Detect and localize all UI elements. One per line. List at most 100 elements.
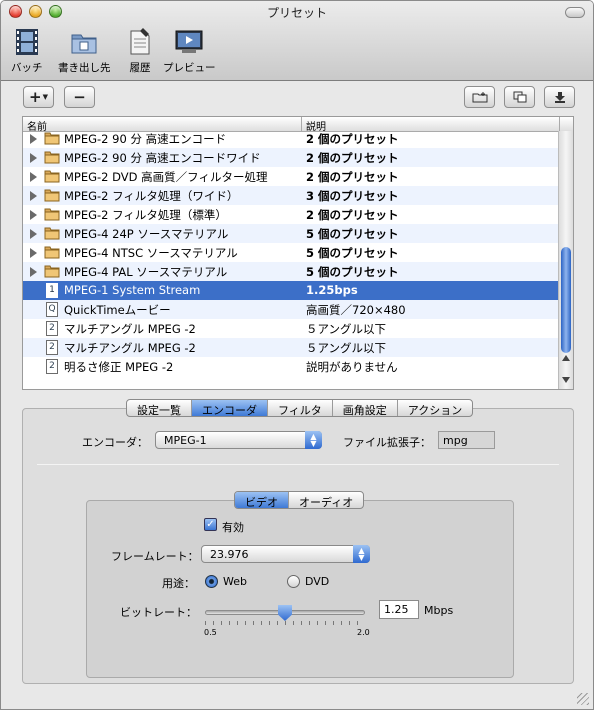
bitrate-max-label: 2.0 xyxy=(357,628,370,637)
row-name: MPEG-4 NTSC ソースマテリアル xyxy=(64,246,238,260)
row-name: MPEG-2 フィルタ処理（標準） xyxy=(64,208,227,222)
tab-geometry[interactable]: 画角設定 xyxy=(333,400,398,416)
row-description: 説明がありません xyxy=(306,360,398,374)
tab-filters[interactable]: フィルタ xyxy=(268,400,333,416)
settings-tabs: 設定一覧 エンコーダ フィルタ 画角設定 アクション xyxy=(126,399,474,417)
list-row[interactable]: Q QuickTimeムービー 高画質／720×480 xyxy=(23,300,558,319)
minus-icon: − xyxy=(73,88,86,106)
tab-encoder[interactable]: エンコーダ xyxy=(192,400,268,416)
plus-icon: + xyxy=(29,88,42,106)
encoder-panel: エンコーダ： MPEG-1 ▲ ▼ ファイル拡張子： mpg ビデオ オーディオ … xyxy=(22,408,574,684)
disclosure-triangle-icon[interactable] xyxy=(30,248,37,258)
frame-rate-popup[interactable]: 23.976 ▲ ▼ xyxy=(201,545,370,563)
toolbar-batch-button[interactable]: バッチ xyxy=(11,27,43,75)
scroll-down-arrow-icon[interactable] xyxy=(562,377,570,383)
toolbar-history-label: 履歴 xyxy=(129,62,151,74)
file-extension-label: ファイル拡張子： xyxy=(343,436,431,449)
row-description: 高画質／720×480 xyxy=(306,303,406,317)
bitrate-slider-ticks xyxy=(205,621,365,625)
folder-icon xyxy=(44,246,60,259)
list-rows: MPEG-2 90 分 高速エンコード 2 個のプリセット MPEG-2 90 分 … xyxy=(23,129,558,386)
row-name: MPEG-2 90 分 高速エンコードワイド xyxy=(64,151,261,165)
disclosure-triangle-icon[interactable] xyxy=(30,229,37,239)
bitrate-input[interactable]: 1.25 xyxy=(379,600,419,619)
folder-icon xyxy=(44,189,60,202)
usage-web-radio[interactable] xyxy=(205,575,218,588)
filmstrip-icon xyxy=(15,29,38,55)
preset-document-icon: 2 xyxy=(46,359,58,374)
toolbar-history-button[interactable]: 履歴 xyxy=(125,27,155,75)
disclosure-triangle-icon[interactable] xyxy=(30,134,37,144)
row-name: マルチアングル MPEG -2 xyxy=(64,322,196,336)
preset-document-icon: 2 xyxy=(46,340,58,355)
list-row[interactable]: MPEG-2 フィルタ処理（ワイド） 3 個のプリセット xyxy=(23,186,558,205)
toolbar-toggle-button[interactable] xyxy=(565,7,585,18)
row-description: ５アングル以下 xyxy=(306,322,387,336)
encoder-popup[interactable]: MPEG-1 ▲ ▼ xyxy=(155,431,322,449)
enabled-checkbox[interactable]: ✓ xyxy=(204,518,217,531)
frame-rate-value: 23.976 xyxy=(210,548,249,561)
row-name: MPEG-2 90 分 高速エンコード xyxy=(64,132,227,146)
row-name: MPEG-2 フィルタ処理（ワイド） xyxy=(64,189,239,203)
disclosure-triangle-icon[interactable] xyxy=(30,172,37,182)
list-row[interactable]: 2 マルチアングル MPEG -2 ５アングル以下 xyxy=(23,319,558,338)
toolbar-destinations-label: 書き出し先 xyxy=(58,62,111,74)
add-folder-button[interactable] xyxy=(464,86,495,108)
list-row[interactable]: 1 MPEG-1 System Stream 1.25bps xyxy=(23,281,558,300)
preset-list: 名前 説明 MPEG-2 90 分 高速エンコード 2 個のプリセット MPEG-2… xyxy=(22,116,574,390)
scroll-up-arrow-icon[interactable] xyxy=(562,355,570,361)
preset-document-icon: 2 xyxy=(46,321,58,336)
tab-summary[interactable]: 設定一覧 xyxy=(127,400,192,416)
list-row[interactable]: 2 明るさ修正 MPEG -2 説明がありません xyxy=(23,357,558,376)
list-row[interactable]: MPEG-4 NTSC ソースマテリアル 5 個のプリセット xyxy=(23,243,558,262)
add-preset-button[interactable]: + ▼ xyxy=(23,86,54,108)
bitrate-min-label: 0.5 xyxy=(204,628,217,637)
popup-arrows-icon: ▲ ▼ xyxy=(353,545,370,563)
file-extension-value: mpg xyxy=(443,434,468,447)
list-row[interactable]: MPEG-2 DVD 高画質／フィルター処理 2 個のプリセット xyxy=(23,167,558,186)
list-row[interactable]: MPEG-4 PAL ソースマテリアル 5 個のプリセット xyxy=(23,262,558,281)
duplicate-preset-button[interactable] xyxy=(504,86,535,108)
usage-dvd-label: DVD xyxy=(305,575,330,588)
list-scrollbar[interactable] xyxy=(558,131,573,389)
list-row[interactable]: MPEG-2 90 分 高速エンコード 2 個のプリセット xyxy=(23,129,558,148)
folder-icon xyxy=(44,208,60,221)
list-row[interactable]: MPEG-4 24P ソースマテリアル 5 個のプリセット xyxy=(23,224,558,243)
list-row[interactable]: 2 マルチアングル MPEG -2 ５アングル以下 xyxy=(23,338,558,357)
scrollbar-thumb[interactable] xyxy=(561,247,571,353)
export-icon xyxy=(554,92,565,103)
subtab-audio[interactable]: オーディオ xyxy=(289,492,363,508)
usage-web-label: Web xyxy=(223,575,247,588)
tab-actions[interactable]: アクション xyxy=(398,400,472,416)
list-row[interactable]: MPEG-2 フィルタ処理（標準） 2 個のプリセット xyxy=(23,205,558,224)
duplicate-icon xyxy=(513,91,526,103)
export-preset-button[interactable] xyxy=(544,86,575,108)
disclosure-triangle-icon[interactable] xyxy=(30,191,37,201)
bitrate-input-value: 1.25 xyxy=(384,603,409,616)
list-row[interactable]: MPEG-2 90 分 高速エンコードワイド 2 個のプリセット xyxy=(23,148,558,167)
usage-dvd-radio[interactable] xyxy=(287,575,300,588)
presets-window: プリセット バッチ 書き出し先 履歴 プレビュー + ▼ − 名前 説明 MPE… xyxy=(0,0,594,710)
toolbar: プリセット バッチ 書き出し先 履歴 プレビュー xyxy=(1,1,593,81)
remove-preset-button[interactable]: − xyxy=(64,86,95,108)
preset-document-icon: Q xyxy=(46,302,58,317)
row-description: 5 個のプリセット xyxy=(306,265,399,279)
divider xyxy=(37,464,559,465)
popup-arrows-icon: ▲ ▼ xyxy=(305,431,322,449)
disclosure-triangle-icon[interactable] xyxy=(30,153,37,163)
disclosure-triangle-icon[interactable] xyxy=(30,267,37,277)
video-settings-box xyxy=(86,500,514,678)
row-name: MPEG-1 System Stream xyxy=(64,283,201,297)
row-description: 2 個のプリセット xyxy=(306,132,399,146)
preset-document-icon: 1 xyxy=(46,283,58,298)
disclosure-triangle-icon[interactable] xyxy=(30,210,37,220)
resize-grip[interactable] xyxy=(577,693,589,705)
folder-icon xyxy=(44,151,60,164)
encoder-popup-value: MPEG-1 xyxy=(164,434,207,447)
toolbar-batch-label: バッチ xyxy=(11,62,43,74)
subtab-video[interactable]: ビデオ xyxy=(235,492,289,508)
toolbar-preview-button[interactable]: プレビュー xyxy=(163,27,216,75)
encoder-subtabs: ビデオ オーディオ xyxy=(234,491,365,509)
toolbar-destinations-button[interactable]: 書き出し先 xyxy=(58,27,111,75)
usage-label: 用途： xyxy=(162,577,195,590)
